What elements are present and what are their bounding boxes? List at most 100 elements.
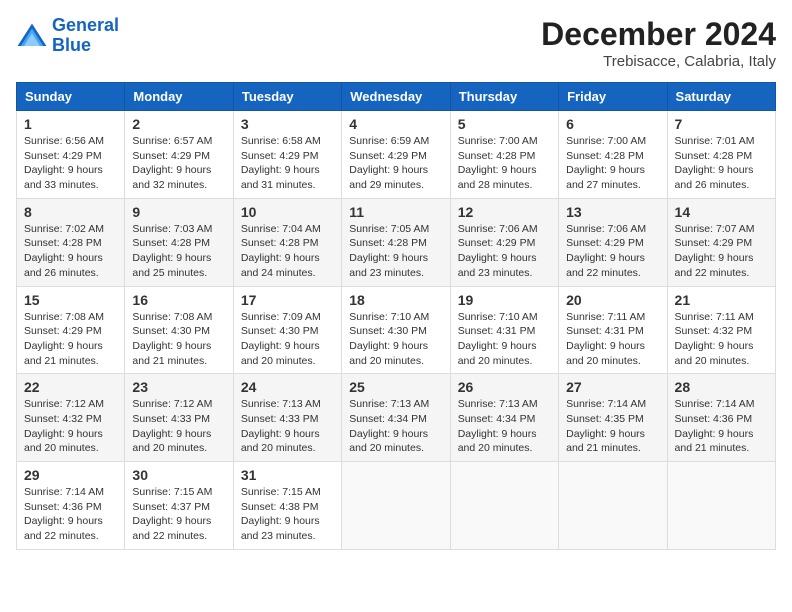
calendar-cell: 11 Sunrise: 7:05 AM Sunset: 4:28 PM Dayl… <box>342 198 450 286</box>
day-info: Sunrise: 7:11 AM Sunset: 4:31 PM Dayligh… <box>566 310 659 369</box>
day-info: Sunrise: 7:14 AM Sunset: 4:36 PM Dayligh… <box>24 485 117 544</box>
day-number: 29 <box>24 467 117 483</box>
day-info: Sunrise: 7:04 AM Sunset: 4:28 PM Dayligh… <box>241 222 334 281</box>
day-number: 30 <box>132 467 225 483</box>
calendar-week-row: 29 Sunrise: 7:14 AM Sunset: 4:36 PM Dayl… <box>17 462 776 550</box>
day-number: 23 <box>132 379 225 395</box>
day-info: Sunrise: 7:08 AM Sunset: 4:29 PM Dayligh… <box>24 310 117 369</box>
day-number: 26 <box>458 379 551 395</box>
day-number: 14 <box>675 204 768 220</box>
day-number: 4 <box>349 116 442 132</box>
calendar-cell: 26 Sunrise: 7:13 AM Sunset: 4:34 PM Dayl… <box>450 374 558 462</box>
day-number: 1 <box>24 116 117 132</box>
calendar-cell: 21 Sunrise: 7:11 AM Sunset: 4:32 PM Dayl… <box>667 286 775 374</box>
day-info: Sunrise: 6:59 AM Sunset: 4:29 PM Dayligh… <box>349 134 442 193</box>
col-header-sunday: Sunday <box>17 83 125 111</box>
day-info: Sunrise: 7:10 AM Sunset: 4:30 PM Dayligh… <box>349 310 442 369</box>
day-number: 19 <box>458 292 551 308</box>
day-info: Sunrise: 7:09 AM Sunset: 4:30 PM Dayligh… <box>241 310 334 369</box>
calendar-cell: 7 Sunrise: 7:01 AM Sunset: 4:28 PM Dayli… <box>667 111 775 199</box>
day-info: Sunrise: 7:15 AM Sunset: 4:37 PM Dayligh… <box>132 485 225 544</box>
day-number: 10 <box>241 204 334 220</box>
day-info: Sunrise: 7:06 AM Sunset: 4:29 PM Dayligh… <box>458 222 551 281</box>
day-number: 25 <box>349 379 442 395</box>
day-info: Sunrise: 7:01 AM Sunset: 4:28 PM Dayligh… <box>675 134 768 193</box>
calendar-cell: 4 Sunrise: 6:59 AM Sunset: 4:29 PM Dayli… <box>342 111 450 199</box>
calendar-cell <box>559 462 667 550</box>
calendar-cell: 29 Sunrise: 7:14 AM Sunset: 4:36 PM Dayl… <box>17 462 125 550</box>
day-info: Sunrise: 7:07 AM Sunset: 4:29 PM Dayligh… <box>675 222 768 281</box>
calendar-week-row: 15 Sunrise: 7:08 AM Sunset: 4:29 PM Dayl… <box>17 286 776 374</box>
day-number: 27 <box>566 379 659 395</box>
calendar-cell: 13 Sunrise: 7:06 AM Sunset: 4:29 PM Dayl… <box>559 198 667 286</box>
day-number: 31 <box>241 467 334 483</box>
day-info: Sunrise: 7:00 AM Sunset: 4:28 PM Dayligh… <box>566 134 659 193</box>
col-header-thursday: Thursday <box>450 83 558 111</box>
day-number: 17 <box>241 292 334 308</box>
day-number: 13 <box>566 204 659 220</box>
day-number: 3 <box>241 116 334 132</box>
calendar-cell: 19 Sunrise: 7:10 AM Sunset: 4:31 PM Dayl… <box>450 286 558 374</box>
day-number: 24 <box>241 379 334 395</box>
day-number: 22 <box>24 379 117 395</box>
title-block: December 2024 Trebisacce, Calabria, Ital… <box>541 16 776 70</box>
calendar-cell: 27 Sunrise: 7:14 AM Sunset: 4:35 PM Dayl… <box>559 374 667 462</box>
calendar-cell: 2 Sunrise: 6:57 AM Sunset: 4:29 PM Dayli… <box>125 111 233 199</box>
calendar-week-row: 22 Sunrise: 7:12 AM Sunset: 4:32 PM Dayl… <box>17 374 776 462</box>
page-header: General Blue December 2024 Trebisacce, C… <box>16 16 776 70</box>
calendar-cell: 20 Sunrise: 7:11 AM Sunset: 4:31 PM Dayl… <box>559 286 667 374</box>
logo: General Blue <box>16 16 119 56</box>
day-number: 7 <box>675 116 768 132</box>
calendar-cell: 3 Sunrise: 6:58 AM Sunset: 4:29 PM Dayli… <box>233 111 341 199</box>
calendar-cell: 30 Sunrise: 7:15 AM Sunset: 4:37 PM Dayl… <box>125 462 233 550</box>
calendar-cell: 8 Sunrise: 7:02 AM Sunset: 4:28 PM Dayli… <box>17 198 125 286</box>
day-info: Sunrise: 7:15 AM Sunset: 4:38 PM Dayligh… <box>241 485 334 544</box>
day-info: Sunrise: 7:05 AM Sunset: 4:28 PM Dayligh… <box>349 222 442 281</box>
calendar-cell <box>342 462 450 550</box>
calendar-cell: 6 Sunrise: 7:00 AM Sunset: 4:28 PM Dayli… <box>559 111 667 199</box>
calendar-cell: 16 Sunrise: 7:08 AM Sunset: 4:30 PM Dayl… <box>125 286 233 374</box>
day-info: Sunrise: 7:00 AM Sunset: 4:28 PM Dayligh… <box>458 134 551 193</box>
col-header-wednesday: Wednesday <box>342 83 450 111</box>
calendar-cell: 17 Sunrise: 7:09 AM Sunset: 4:30 PM Dayl… <box>233 286 341 374</box>
day-info: Sunrise: 7:13 AM Sunset: 4:34 PM Dayligh… <box>458 397 551 456</box>
day-number: 8 <box>24 204 117 220</box>
calendar-cell <box>450 462 558 550</box>
location: Trebisacce, Calabria, Italy <box>541 53 776 70</box>
day-info: Sunrise: 7:14 AM Sunset: 4:35 PM Dayligh… <box>566 397 659 456</box>
day-number: 11 <box>349 204 442 220</box>
calendar-header-row: SundayMondayTuesdayWednesdayThursdayFrid… <box>17 83 776 111</box>
month-title: December 2024 <box>541 16 776 53</box>
day-info: Sunrise: 7:08 AM Sunset: 4:30 PM Dayligh… <box>132 310 225 369</box>
calendar-table: SundayMondayTuesdayWednesdayThursdayFrid… <box>16 82 776 550</box>
calendar-cell <box>667 462 775 550</box>
day-number: 6 <box>566 116 659 132</box>
calendar-cell: 28 Sunrise: 7:14 AM Sunset: 4:36 PM Dayl… <box>667 374 775 462</box>
calendar-cell: 18 Sunrise: 7:10 AM Sunset: 4:30 PM Dayl… <box>342 286 450 374</box>
day-info: Sunrise: 7:10 AM Sunset: 4:31 PM Dayligh… <box>458 310 551 369</box>
day-info: Sunrise: 7:12 AM Sunset: 4:33 PM Dayligh… <box>132 397 225 456</box>
day-info: Sunrise: 7:02 AM Sunset: 4:28 PM Dayligh… <box>24 222 117 281</box>
calendar-cell: 9 Sunrise: 7:03 AM Sunset: 4:28 PM Dayli… <box>125 198 233 286</box>
calendar-cell: 23 Sunrise: 7:12 AM Sunset: 4:33 PM Dayl… <box>125 374 233 462</box>
day-info: Sunrise: 7:11 AM Sunset: 4:32 PM Dayligh… <box>675 310 768 369</box>
day-info: Sunrise: 7:06 AM Sunset: 4:29 PM Dayligh… <box>566 222 659 281</box>
col-header-tuesday: Tuesday <box>233 83 341 111</box>
calendar-cell: 31 Sunrise: 7:15 AM Sunset: 4:38 PM Dayl… <box>233 462 341 550</box>
day-number: 21 <box>675 292 768 308</box>
day-info: Sunrise: 7:14 AM Sunset: 4:36 PM Dayligh… <box>675 397 768 456</box>
day-number: 20 <box>566 292 659 308</box>
day-number: 9 <box>132 204 225 220</box>
col-header-saturday: Saturday <box>667 83 775 111</box>
day-info: Sunrise: 7:13 AM Sunset: 4:33 PM Dayligh… <box>241 397 334 456</box>
day-number: 18 <box>349 292 442 308</box>
col-header-friday: Friday <box>559 83 667 111</box>
calendar-week-row: 1 Sunrise: 6:56 AM Sunset: 4:29 PM Dayli… <box>17 111 776 199</box>
day-info: Sunrise: 6:56 AM Sunset: 4:29 PM Dayligh… <box>24 134 117 193</box>
day-info: Sunrise: 7:03 AM Sunset: 4:28 PM Dayligh… <box>132 222 225 281</box>
calendar-cell: 25 Sunrise: 7:13 AM Sunset: 4:34 PM Dayl… <box>342 374 450 462</box>
logo-line1: General <box>52 15 119 35</box>
calendar-cell: 22 Sunrise: 7:12 AM Sunset: 4:32 PM Dayl… <box>17 374 125 462</box>
calendar-cell: 1 Sunrise: 6:56 AM Sunset: 4:29 PM Dayli… <box>17 111 125 199</box>
day-number: 28 <box>675 379 768 395</box>
